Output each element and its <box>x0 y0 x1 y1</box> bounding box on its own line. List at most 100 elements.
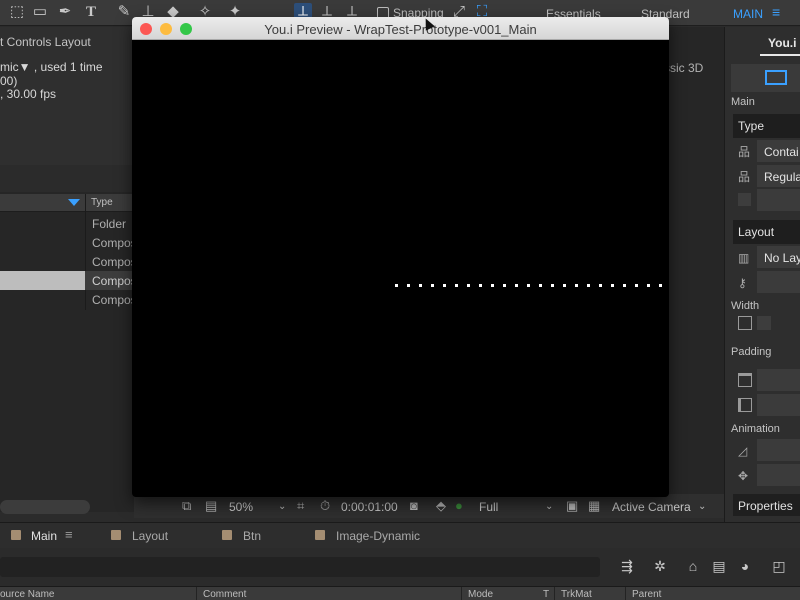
brush-tool-icon[interactable]: ✎ <box>115 3 133 21</box>
layout-field-2[interactable] <box>757 271 800 293</box>
list-item-selected[interactable]: Compos <box>0 271 137 290</box>
animation-label: Animation <box>731 423 780 435</box>
current-timecode[interactable]: 0:00:01:00 <box>341 500 398 514</box>
source-name-column[interactable]: ource Name <box>0 589 54 600</box>
loading-dot <box>467 284 470 287</box>
loading-dot <box>407 284 410 287</box>
loading-dot <box>443 284 446 287</box>
color-channels-icon[interactable]: ● <box>455 498 463 513</box>
loading-dot <box>515 284 518 287</box>
padding-left-icon[interactable] <box>738 398 752 412</box>
padding-top-icon[interactable] <box>738 373 752 387</box>
composition-fps: , 30.00 fps <box>0 87 57 101</box>
show-snapshot-icon[interactable]: ⬘ <box>436 498 446 514</box>
youi-preview-window[interactable]: You.i Preview - WrapTest-Prototype-v001_… <box>132 17 669 497</box>
fast-previews-icon[interactable]: ▣ <box>566 498 578 514</box>
shy-layers-icon[interactable]: ⌂ <box>683 556 703 576</box>
effect-controls-tab[interactable]: t Controls Layout <box>0 35 91 49</box>
preview-window-title: You.i Preview - WrapTest-Prototype-v001_… <box>264 22 537 37</box>
type-field-container-value: Contai <box>764 145 799 159</box>
pen-tool-icon[interactable]: ✒ <box>56 3 74 21</box>
transparency-grid-icon[interactable]: ▦ <box>588 498 600 514</box>
animation-field[interactable] <box>757 439 800 461</box>
youi-tab[interactable]: You.i <box>768 36 796 50</box>
type-field-extra[interactable] <box>757 189 800 211</box>
track-matte-t-column[interactable]: T <box>543 589 549 600</box>
tab-btn[interactable]: Btn <box>243 529 261 543</box>
list-item[interactable]: Compos <box>0 252 137 271</box>
frame-blending-icon[interactable]: ▤ <box>709 556 729 576</box>
container-hierarchy-icon: 品 <box>738 145 751 159</box>
tab-menu-icon[interactable]: ≡ <box>65 527 73 542</box>
list-item[interactable]: Compos <box>0 233 137 252</box>
regular-hierarchy-icon: 品 <box>738 170 751 184</box>
camera-chevron-down-icon[interactable]: ⌄ <box>698 501 706 512</box>
renderer-label[interactable]: ssic 3D <box>664 61 703 75</box>
btn-tab-color-swatch <box>222 530 232 540</box>
resolution-chevron-down-icon[interactable]: ⌄ <box>545 501 553 512</box>
padding-left-field[interactable] <box>757 394 800 416</box>
parent-column[interactable]: Parent <box>632 589 661 600</box>
loading-dot <box>455 284 458 287</box>
layout-key-icon: ⚷ <box>738 276 747 290</box>
region-of-interest-icon[interactable]: ⌗ <box>297 498 304 514</box>
animation-curve-icon: ◿ <box>738 444 748 458</box>
loading-dot <box>587 284 590 287</box>
loading-dot <box>491 284 494 287</box>
trkmat-column[interactable]: TrkMat <box>561 589 592 600</box>
always-preview-icon[interactable]: ⧉ <box>182 498 191 514</box>
loading-dot <box>647 284 650 287</box>
type-section-label: Type <box>738 119 765 133</box>
list-item[interactable]: Compos <box>0 290 137 309</box>
type-extra-swatch[interactable] <box>738 193 751 206</box>
loading-dot <box>431 284 434 287</box>
mode-column[interactable]: Mode <box>468 589 493 600</box>
loading-dots <box>395 284 662 287</box>
main-tab-color-swatch <box>11 530 21 540</box>
loading-dot <box>527 284 530 287</box>
resolution-select[interactable]: Full <box>479 500 498 514</box>
loading-dot <box>599 284 602 287</box>
camera-select[interactable]: Active Camera <box>612 500 691 514</box>
tab-layout[interactable]: Layout <box>132 529 168 543</box>
zoom-chevron-down-icon[interactable]: ⌄ <box>278 501 286 512</box>
width-swatch[interactable] <box>757 316 771 330</box>
type-column-header[interactable]: Type <box>91 197 113 208</box>
width-fit-icon[interactable] <box>738 316 752 330</box>
rectangle-tool-icon[interactable]: ▭ <box>31 3 49 21</box>
tab-main[interactable]: Main <box>31 529 57 543</box>
width-label: Width <box>731 300 760 312</box>
tab-image-dynamic[interactable]: Image-Dynamic <box>336 529 420 543</box>
workspace-menu-icon[interactable]: ≡ <box>772 4 780 20</box>
row-type-cell: Compos <box>92 255 137 269</box>
preview-title-bar[interactable]: You.i Preview - WrapTest-Prototype-v001_… <box>132 17 669 40</box>
loading-dot <box>551 284 554 287</box>
composition-mini-flowchart-icon[interactable]: ⇶ <box>617 556 637 576</box>
project-scrollbar[interactable] <box>0 500 90 514</box>
loading-dot <box>563 284 566 287</box>
comment-column[interactable]: Comment <box>203 589 246 600</box>
row-type-cell: Compos <box>92 293 137 307</box>
hand-tool-icon[interactable]: ⬚ <box>8 3 26 21</box>
list-item[interactable]: Folder <box>0 214 134 233</box>
padding-top-field[interactable] <box>757 369 800 391</box>
snapshot-camera-icon[interactable]: ◙ <box>410 498 418 513</box>
draft-3d-icon[interactable]: ✲ <box>650 556 670 576</box>
timecode-icon[interactable]: ⏱ <box>320 498 330 514</box>
type-tool-icon[interactable]: T <box>82 3 100 21</box>
column-separator <box>554 587 555 600</box>
main-label: Main <box>731 96 755 108</box>
workspace-main[interactable]: MAIN <box>733 7 763 21</box>
loading-dot <box>503 284 506 287</box>
graph-editor-icon[interactable]: ◰ <box>769 556 789 576</box>
timeline-search-input[interactable] <box>0 557 600 577</box>
loading-dot <box>635 284 638 287</box>
animation-field-2[interactable] <box>757 464 800 486</box>
sort-descending-icon[interactable] <box>68 199 80 206</box>
row-name-cell <box>0 271 85 290</box>
zoom-select[interactable]: 50% <box>229 500 253 514</box>
magnification-icon[interactable]: ▤ <box>205 498 217 514</box>
row-type-cell: Compos <box>92 236 137 250</box>
motion-blur-icon[interactable]: ◕ <box>735 556 755 576</box>
loading-dot <box>395 284 398 287</box>
